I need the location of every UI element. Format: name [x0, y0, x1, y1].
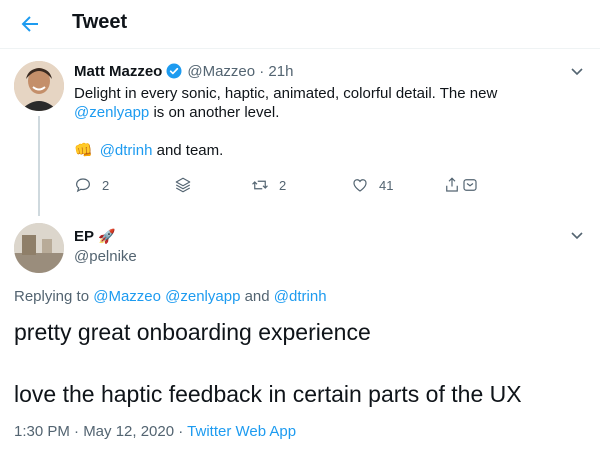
mention-link[interactable]: @zenlyapp — [165, 288, 240, 305]
timestamp[interactable]: 1:30 PM · May 12, 2020 · — [14, 423, 187, 440]
author-name[interactable]: Matt Mazzeo — [74, 63, 162, 80]
mention-link[interactable]: @zenlyapp — [74, 104, 149, 121]
rocket-emoji: 🚀 — [98, 228, 116, 244]
chevron-down-icon[interactable] — [570, 67, 584, 77]
thread-connector — [38, 116, 40, 216]
verified-badge-icon — [166, 63, 182, 79]
stack-icon — [175, 177, 191, 193]
chevron-down-icon[interactable] — [570, 231, 584, 241]
reply-button[interactable]: 2 — [74, 176, 109, 194]
replying-to: Replying to @Mazzeo @zenlyapp and @dtrin… — [14, 288, 327, 305]
page-title: Tweet — [72, 11, 128, 33]
replying-and: and — [240, 288, 274, 305]
author-handle[interactable]: @pelnike — [74, 248, 137, 265]
reply-icon — [76, 178, 90, 193]
author-handle-time[interactable]: @Mazzeo · 21h — [187, 63, 293, 80]
stack-button[interactable] — [174, 176, 192, 194]
mention-link[interactable]: @dtrinh — [100, 142, 153, 159]
tweet1-line3: 👊 @dtrinh and team. — [74, 141, 224, 160]
tweet2-text-line2: love the haptic feedback in certain part… — [14, 381, 522, 407]
avatar[interactable] — [14, 61, 64, 111]
tweet1-line2: @zenlyapp is on another level. — [74, 104, 279, 121]
like-count: 41 — [379, 177, 394, 193]
tweet1-text: Delight in every sonic, haptic, animated… — [74, 84, 584, 104]
reply-count: 2 — [102, 177, 110, 193]
tweet1-author-row: Matt Mazzeo @Mazzeo · 21h — [74, 62, 293, 80]
tweet2-text-line1: pretty great onboarding experience — [14, 319, 371, 345]
retweet-button[interactable]: 2 — [251, 176, 286, 194]
header: Tweet — [0, 0, 600, 49]
like-icon — [353, 179, 367, 192]
like-button[interactable]: 41 — [351, 176, 393, 194]
back-arrow-icon[interactable] — [18, 12, 42, 36]
tweet1-line1: Delight in every sonic, haptic, animated… — [74, 85, 498, 102]
tweet-meta: 1:30 PM · May 12, 2020 · Twitter Web App — [14, 423, 296, 440]
tweet2-author-name[interactable]: EP 🚀 — [74, 228, 115, 245]
mention-link[interactable]: @dtrinh — [274, 288, 327, 305]
mention-link[interactable]: @Mazzeo — [93, 288, 161, 305]
tweet1-line2-text: is on another level. — [149, 104, 280, 121]
tweet1-line3-text: and team. — [152, 141, 224, 159]
replying-prefix: Replying to — [14, 288, 94, 305]
source-link[interactable]: Twitter Web App — [187, 423, 296, 440]
avatar[interactable] — [14, 223, 64, 273]
author-name: EP — [74, 228, 95, 245]
fist-emoji: 👊 — [74, 142, 93, 159]
retweet-icon — [252, 180, 268, 190]
share-icon — [446, 177, 458, 192]
retweet-count: 2 — [279, 177, 287, 193]
tweet1-actions: 2 2 41 — [74, 176, 494, 196]
message-tray-icon — [463, 179, 477, 191]
share-button[interactable] — [443, 176, 479, 194]
